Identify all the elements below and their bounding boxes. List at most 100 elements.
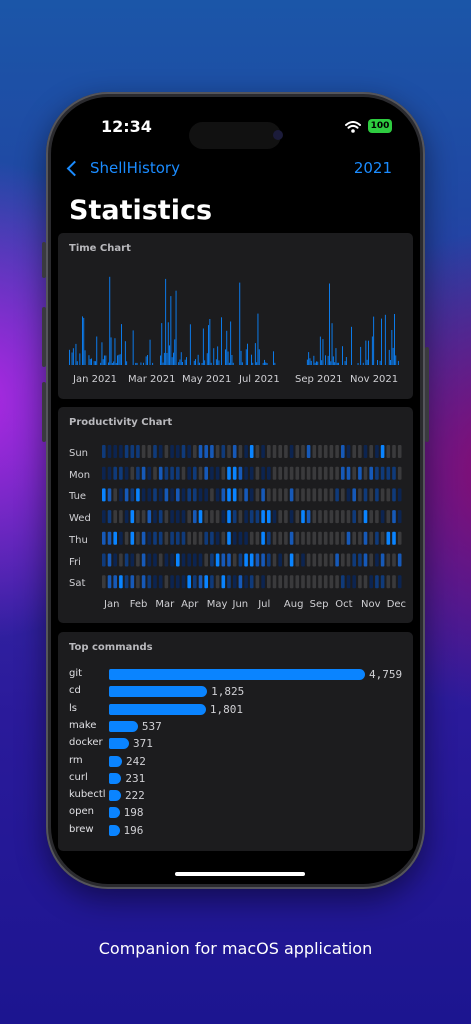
heatmap-cell: [329, 466, 334, 480]
heatmap-cell: [272, 466, 277, 480]
time-bar: [252, 362, 254, 365]
heatmap-cell: [187, 466, 191, 480]
heatmap-cell: [221, 488, 226, 502]
heatmap-cell: [341, 553, 345, 567]
heatmap-cell: [346, 488, 351, 502]
heatmap-cell: [335, 510, 339, 524]
heatmap-cell: [261, 553, 265, 567]
heatmap-cell: [289, 531, 294, 545]
heatmap-cell: [267, 445, 271, 458]
heatmap-cell: [244, 553, 248, 567]
heatmap-cell: [352, 466, 356, 480]
heatmap-cell: [244, 466, 248, 480]
heatmap-cell: [397, 445, 402, 458]
month-label: Aug: [283, 599, 304, 610]
heatmap-cell: [187, 510, 191, 524]
heatmap-cell: [181, 466, 186, 480]
heatmap-cell: [341, 510, 345, 524]
heatmap-cell: [249, 445, 254, 458]
time-x-tick-label: May 2021: [182, 374, 232, 385]
heatmap-cell: [232, 531, 237, 545]
heatmap-cell: [329, 488, 334, 502]
heatmap-cell: [193, 531, 197, 545]
time-bar: [140, 362, 142, 365]
heatmap-cell: [170, 531, 174, 545]
heatmap-cell: [306, 466, 311, 480]
heatmap-cell: [113, 466, 117, 480]
heatmap-cell: [397, 488, 402, 502]
heatmap-cell: [352, 510, 356, 524]
heatmap-cell: [380, 488, 385, 502]
time-bar: [357, 363, 359, 365]
heatmap-cell: [170, 553, 174, 567]
time-bar: [101, 342, 103, 365]
month-label: Feb: [129, 599, 148, 610]
time-bar: [102, 359, 104, 365]
command-label: git: [69, 668, 83, 679]
time-bar: [178, 362, 180, 365]
time-bar: [147, 355, 148, 365]
heatmap-cell: [124, 510, 129, 524]
heatmap-cell: [193, 510, 197, 524]
heatmap-cell: [261, 531, 265, 545]
heatmap-cell: [272, 553, 277, 567]
heatmap-cell: [301, 553, 305, 567]
heatmap-cell: [363, 466, 368, 480]
time-bar: [111, 363, 113, 365]
heatmap-cell: [397, 553, 402, 567]
heatmap-cell: [295, 553, 300, 567]
time-bar: [306, 359, 308, 365]
day-label: Sat: [69, 578, 86, 590]
time-bar: [344, 361, 346, 365]
heatmap-cell: [170, 466, 174, 480]
time-x-tick-label: Nov 2021: [350, 374, 399, 385]
heatmap-cell: [176, 553, 180, 567]
heatmap-cell: [176, 466, 180, 480]
heatmap-cell: [215, 488, 220, 502]
heatmap-cell: [238, 575, 243, 589]
heatmap-cell: [329, 575, 334, 589]
month-label: Dec: [386, 599, 407, 610]
heatmap-cell: [375, 466, 379, 480]
heatmap-cell: [181, 445, 186, 458]
time-bar: [213, 348, 215, 365]
time-bar: [334, 362, 336, 365]
time-bar: [145, 356, 147, 365]
heatmap-cell: [386, 553, 391, 567]
heatmap-cell: [147, 445, 152, 458]
time-bar: [257, 313, 259, 365]
back-button[interactable]: ShellHistory: [66, 159, 180, 177]
heatmap-cell: [375, 575, 379, 589]
heatmap-cell: [244, 575, 248, 589]
heatmap-cell: [102, 466, 106, 480]
heatmap-cell: [380, 445, 385, 458]
heatmap-cell: [193, 466, 197, 480]
heatmap-cell: [221, 466, 226, 480]
heatmap-cell: [164, 466, 169, 480]
heatmap-cell: [187, 553, 191, 567]
heatmap-cell: [267, 553, 271, 567]
heatmap-cell: [369, 445, 373, 458]
time-bar: [327, 355, 329, 365]
time-bar: [317, 361, 319, 365]
back-label: ShellHistory: [90, 159, 180, 177]
time-bar: [166, 353, 168, 365]
heatmap-cell: [341, 531, 345, 545]
home-indicator[interactable]: [175, 872, 305, 876]
heatmap-cell: [397, 575, 402, 589]
heatmap-cell: [193, 445, 197, 458]
heatmap-cell: [392, 575, 396, 589]
heatmap-cell: [329, 445, 334, 458]
time-bar: [93, 361, 95, 365]
heatmap-cell: [329, 531, 334, 545]
heatmap-cell: [323, 445, 328, 458]
heatmap-cell: [119, 575, 123, 589]
time-bar: [126, 361, 128, 365]
time-bar: [170, 296, 172, 365]
time-bar: [335, 348, 337, 365]
time-bar: [75, 343, 77, 365]
heatmap-cell: [181, 531, 186, 545]
time-bar: [368, 340, 369, 365]
heatmap-cell: [312, 466, 317, 480]
year-selector-button[interactable]: 2021: [354, 159, 392, 177]
